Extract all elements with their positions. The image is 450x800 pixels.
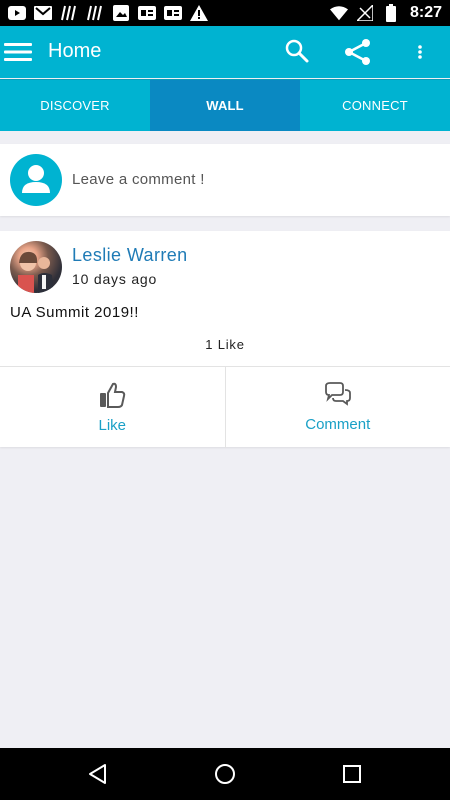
tab-wall[interactable]: WALL — [150, 80, 300, 131]
wifi-icon — [329, 4, 348, 22]
tab-discover[interactable]: DISCOVER — [0, 80, 150, 131]
post-actions: Like Comment — [0, 366, 450, 448]
home-button[interactable] — [213, 762, 237, 786]
back-button[interactable] — [86, 762, 110, 786]
status-system-icons: 8:27 — [329, 3, 442, 23]
thumbs-up-icon — [100, 382, 126, 408]
home-circle-icon — [215, 764, 235, 784]
news-icon — [164, 4, 182, 22]
status-time: 8:27 — [409, 4, 442, 21]
recent-apps-button[interactable] — [340, 762, 364, 786]
recent-square-icon — [343, 765, 361, 783]
more-vertical-icon — [418, 45, 422, 59]
gmail-icon — [34, 4, 52, 22]
menu-button[interactable] — [4, 38, 32, 66]
user-avatar — [10, 154, 62, 206]
tab-bar: DISCOVER WALL CONNECT — [0, 79, 450, 131]
tab-connect[interactable]: CONNECT — [300, 80, 450, 131]
post-author[interactable]: Leslie Warren — [72, 245, 188, 266]
hashtag-icon — [86, 4, 104, 22]
battery-icon — [382, 4, 400, 22]
author-photo — [18, 251, 54, 293]
back-triangle-icon — [89, 764, 106, 784]
search-icon — [285, 39, 309, 63]
signal-icon — [356, 4, 374, 22]
comment-bubbles-icon — [324, 382, 351, 406]
app-bar: Home — [0, 26, 450, 78]
like-label: Like — [98, 417, 127, 434]
status-bar: 8:27 — [0, 0, 450, 26]
comment-label: Comment — [305, 416, 371, 433]
page-title: Home — [48, 40, 102, 62]
comment-button[interactable]: Comment — [224, 367, 450, 448]
hamburger-menu-icon — [4, 43, 32, 61]
post-timestamp: 10 days ago — [72, 271, 158, 287]
like-button[interactable]: Like — [0, 367, 225, 448]
author-avatar[interactable] — [10, 241, 62, 293]
status-notification-icons — [8, 4, 208, 22]
comment-input[interactable]: Leave a comment ! — [72, 171, 205, 188]
post-body: UA Summit 2019!! — [10, 304, 139, 321]
share-icon — [345, 39, 370, 65]
youtube-icon — [8, 4, 26, 22]
share-button[interactable] — [344, 38, 372, 66]
warning-icon — [190, 4, 208, 22]
post-card: Leslie Warren 10 days ago UA Summit 2019… — [0, 231, 450, 448]
system-nav-bar — [0, 748, 450, 800]
user-icon — [22, 165, 50, 193]
hashtag-icon — [60, 4, 78, 22]
comment-composer[interactable]: Leave a comment ! — [0, 144, 450, 216]
image-icon — [112, 4, 130, 22]
news-icon — [138, 4, 156, 22]
more-options-button[interactable] — [410, 40, 430, 64]
like-count[interactable]: 1 Like — [0, 337, 450, 352]
search-button[interactable] — [284, 38, 310, 64]
